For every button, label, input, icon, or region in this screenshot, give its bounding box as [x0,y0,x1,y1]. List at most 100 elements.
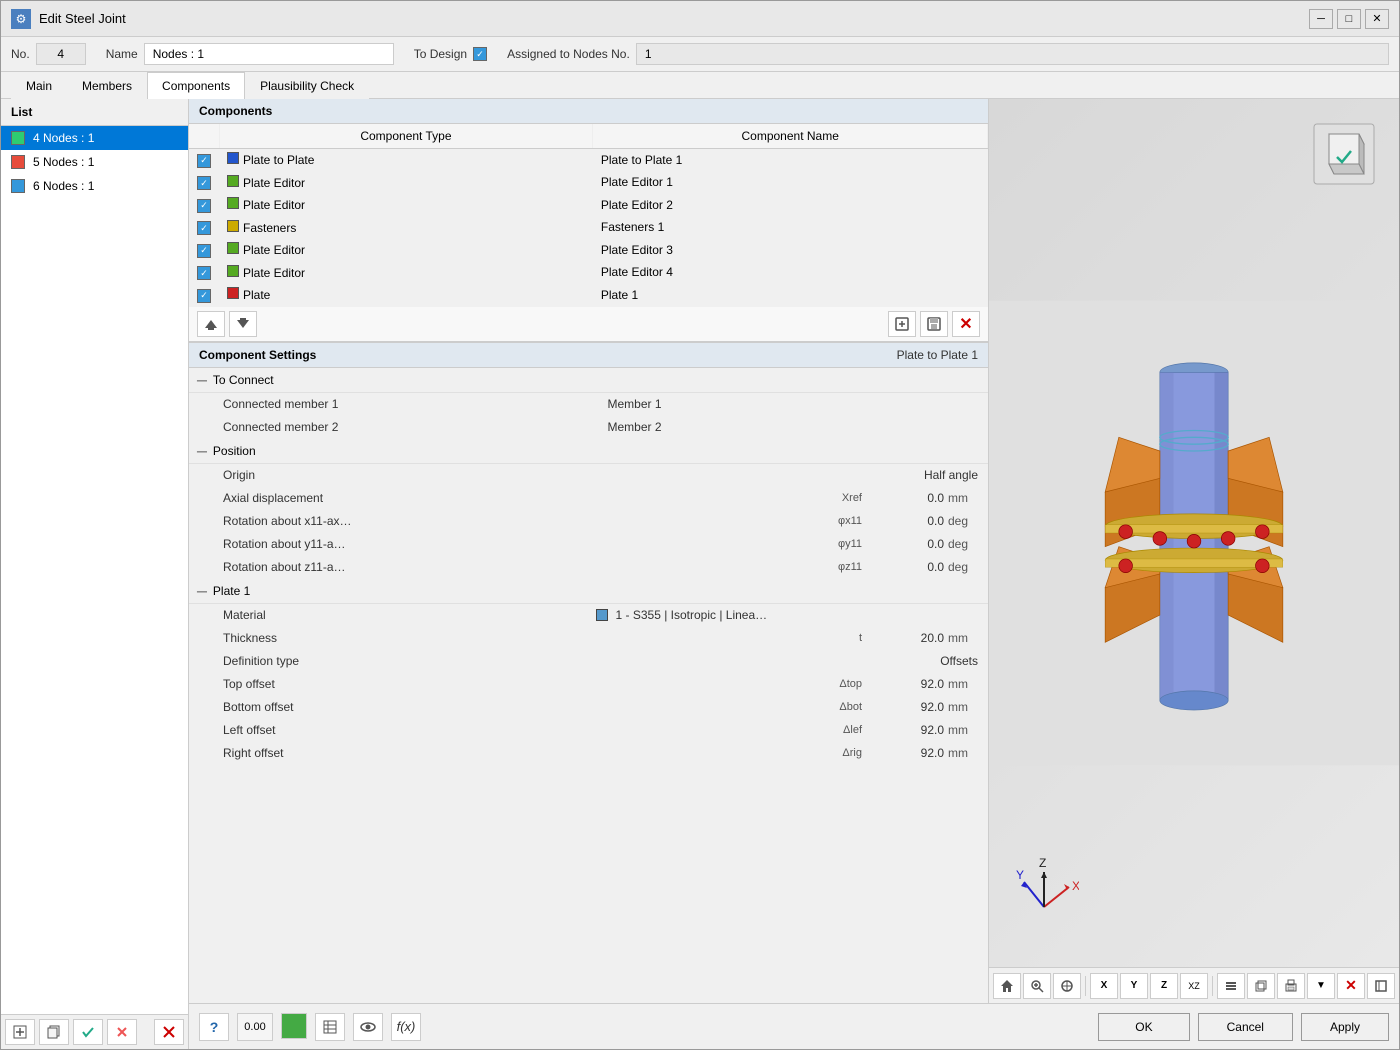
cancel-button[interactable]: Cancel [1198,1013,1293,1041]
table-row[interactable]: ✓ Plate Editor Plate Editor 4 [189,261,988,284]
list-item[interactable]: 5 Nodes : 1 [1,150,188,174]
tab-main[interactable]: Main [11,72,67,99]
table-row[interactable]: ✓ Plate Editor Plate Editor 2 [189,194,988,217]
view-x-button[interactable]: X [1090,973,1118,999]
ok-button[interactable]: OK [1098,1013,1189,1041]
help-button[interactable]: ? [199,1013,229,1041]
tab-components[interactable]: Components [147,72,245,99]
view-print-button[interactable] [1277,973,1305,999]
right-panel: Components Component Type Component Name [189,99,1399,1049]
svg-text:⚙: ⚙ [16,12,27,26]
list-header: List [1,99,188,126]
green-box-button[interactable] [281,1013,307,1039]
svg-text:Z: Z [1039,856,1046,870]
settings-panel: Components Component Type Component Name [189,99,989,1003]
to-connect-header[interactable]: ─ To Connect [189,368,988,393]
list-item-color-indicator [11,131,25,145]
save-component-button[interactable] [920,311,948,337]
delete-item-button[interactable] [154,1019,184,1045]
list-item-label: 5 Nodes : 1 [33,155,94,169]
3d-canvas[interactable]: X Y Z [989,99,1399,967]
row-checkbox[interactable]: ✓ [197,176,211,190]
tree-row: Left offset Δlef 92.0 mm [189,719,988,742]
row-color-green [227,265,239,277]
material-color-box [596,609,608,621]
tab-members[interactable]: Members [67,72,147,99]
list-item-color-indicator [11,179,25,193]
position-header[interactable]: ─ Position [189,439,988,464]
minimize-button[interactable]: ─ [1309,9,1333,29]
row-color-green [227,175,239,187]
bottom-bar: ? 0.00 f(x) OK Cancel Apply [189,1003,1399,1049]
view-pan-button[interactable] [1053,973,1081,999]
table-row[interactable]: ✓ Plate Editor Plate Editor 1 [189,171,988,194]
3d-cube-navigator[interactable] [1309,119,1379,189]
add-item-button[interactable] [5,1019,35,1045]
toolbar-separator [1085,976,1086,996]
row-checkbox[interactable]: ✓ [197,266,211,280]
view-close-button[interactable]: ✕ [1337,973,1365,999]
row-color-yellow [227,220,239,232]
plate1-header[interactable]: ─ Plate 1 [189,579,988,604]
check-button[interactable] [73,1019,103,1045]
titlebar: ⚙ Edit Steel Joint ─ □ ✕ [1,1,1399,37]
3d-toolbar: X Y Z XZ ▼ [989,967,1399,1003]
col-type-header: Component Type [219,124,593,149]
plate1-section: ─ Plate 1 Material 1 - S355 | Isotropic … [189,579,988,765]
svg-text:X: X [1072,879,1079,893]
list-items-container: 4 Nodes : 1 5 Nodes : 1 6 Nodes : 1 [1,126,188,1014]
table-row[interactable]: ✓ Plate Editor Plate Editor 3 [189,239,988,262]
tab-plausibility-check[interactable]: Plausibility Check [245,72,369,99]
view-z-button[interactable]: Z [1150,973,1178,999]
view-y-button[interactable]: Y [1120,973,1148,999]
move-up-button[interactable] [197,311,225,337]
zero-button[interactable]: 0.00 [237,1013,273,1041]
no-label: No. [11,47,30,61]
axis-indicator: X Y Z [1009,852,1079,922]
assigned-label: Assigned to Nodes No. [507,47,630,61]
delete-component-button[interactable]: ✕ [952,311,980,337]
table-row[interactable]: ✓ Plate to Plate Plate to Plate 1 [189,149,988,172]
maximize-button[interactable]: □ [1337,9,1361,29]
settings-title: Component Settings [199,348,316,362]
formula-button[interactable]: f(x) [391,1013,421,1041]
view-home-button[interactable] [993,973,1021,999]
view-dropdown-button[interactable]: ▼ [1307,973,1335,999]
tree-row: Rotation about z11-a… φz11 0.0 deg [189,556,988,579]
eye-button[interactable] [353,1013,383,1041]
table-row[interactable]: ✓ Plate Plate 1 [189,284,988,307]
apply-button[interactable]: Apply [1301,1013,1389,1041]
tree-row: Bottom offset Δbot 92.0 mm [189,696,988,719]
components-list-container: Component Type Component Name ✓ Plate to… [189,124,988,307]
uncheck-button[interactable] [107,1019,137,1045]
view-zoom-button[interactable] [1023,973,1051,999]
move-down-button[interactable] [229,311,257,337]
tree-row: Material 1 - S355 | Isotropic | Linea… [189,604,988,627]
components-toolbar: ✕ [189,307,988,342]
svg-text:Y: Y [1016,868,1024,882]
bottom-right-actions: OK Cancel Apply [1098,1013,1389,1041]
row-checkbox[interactable]: ✓ [197,154,211,168]
list-item[interactable]: 4 Nodes : 1 [1,126,188,150]
copy-item-button[interactable] [39,1019,69,1045]
to-design-checkbox[interactable]: ✓ [473,47,487,61]
list-toolbar [1,1014,188,1049]
view-layer-button[interactable] [1217,973,1245,999]
assigned-nodes-input[interactable]: 1 [636,43,1389,65]
close-button[interactable]: ✕ [1365,9,1389,29]
toggle-icon: ─ [197,583,207,599]
name-field-group: Name Nodes : 1 [106,43,394,65]
table-button[interactable] [315,1013,345,1041]
row-checkbox[interactable]: ✓ [197,221,211,235]
name-input[interactable]: Nodes : 1 [144,43,394,65]
add-component-button[interactable] [888,311,916,337]
row-checkbox[interactable]: ✓ [197,199,211,213]
view-expand-button[interactable] [1367,973,1395,999]
table-row[interactable]: ✓ Fasteners Fasteners 1 [189,216,988,239]
3d-view-panel: X Y Z [989,99,1399,1003]
view-xz-button[interactable]: XZ [1180,973,1208,999]
list-item[interactable]: 6 Nodes : 1 [1,174,188,198]
row-checkbox[interactable]: ✓ [197,244,211,258]
row-checkbox[interactable]: ✓ [197,289,211,303]
view-3d-box-button[interactable] [1247,973,1275,999]
